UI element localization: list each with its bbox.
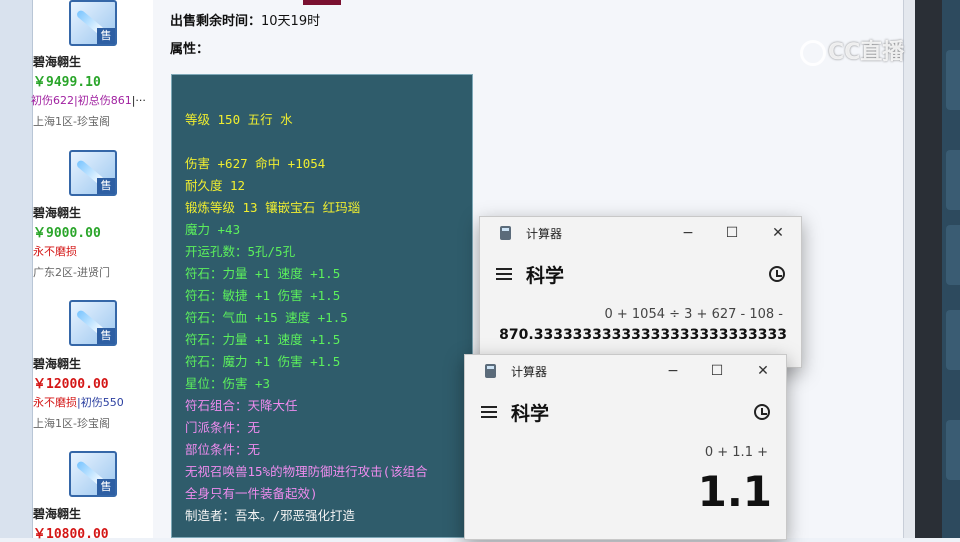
calc-expression: 0 + 1054 ÷ 3 + 627 - 108 -	[604, 307, 783, 322]
window-title: 计算器	[526, 227, 563, 241]
history-icon[interactable]	[754, 404, 770, 420]
item-attributes: 永不磨损|初伤550	[33, 394, 157, 410]
attr-line: 耐久度 12	[185, 178, 246, 193]
side-panel-button[interactable]	[946, 150, 960, 210]
calculator-window-back[interactable]: 计算器 − ☐ ✕ 科学 0 + 1054 ÷ 3 + 627 - 108 - …	[479, 216, 802, 368]
item-icon[interactable]: 售	[69, 0, 117, 46]
attr-line: 部位条件：无	[185, 442, 261, 457]
item-name[interactable]: 碧海翱生	[33, 505, 153, 522]
item-server: 上海1区-珍宝阁	[33, 417, 110, 430]
item-name[interactable]: 碧海翱生	[33, 355, 153, 372]
item-name[interactable]: 碧海翱生	[33, 204, 153, 221]
item-server: 上海1区-珍宝阁	[33, 115, 110, 128]
item-price: ￥12000.00	[33, 377, 109, 392]
calculator-app-icon	[485, 364, 496, 378]
item-attributes: 初伤622|初总伤861|···	[31, 92, 155, 108]
attr-line: 制造者：吾本。/邪恶强化打造	[185, 508, 356, 523]
item-list: 售 碧海翱生 ￥9499.10 初伤622|初总伤861|··· 上海1区-珍宝…	[31, 0, 157, 542]
calc-result: 1.1	[697, 467, 772, 516]
side-panel-button[interactable]	[946, 225, 960, 285]
sale-time-row: 出售剩余时间：10天19时	[170, 10, 320, 29]
side-panel-button[interactable]	[946, 50, 960, 110]
item-attr: |初伤550	[77, 396, 124, 409]
item-price: ￥10800.00	[33, 527, 109, 542]
maximize-button[interactable]: ☐	[705, 361, 729, 381]
item-attr: 永不磨损	[33, 396, 77, 409]
calculator-mode-title: 科学	[526, 265, 565, 287]
window-divider	[915, 0, 942, 538]
sale-time-label: 出售剩余时间：	[170, 14, 262, 29]
menu-hamburger-icon[interactable]	[496, 268, 512, 280]
calculator-mode-title: 科学	[511, 403, 550, 425]
calc-result: 870.33333333333333333333333333	[499, 327, 787, 343]
attr-line: 符石：力量 +1 速度 +1.5	[185, 332, 341, 347]
title-bar[interactable]: 计算器 − ☐ ✕	[465, 355, 786, 387]
attr-line: 符石：力量 +1 速度 +1.5	[185, 266, 341, 281]
close-button[interactable]: ✕	[751, 361, 775, 381]
left-edge-panel	[0, 0, 32, 538]
minimize-button[interactable]: −	[661, 361, 685, 381]
attr-line: 锻炼等级 13 镶嵌宝石 红玛瑙	[185, 200, 361, 215]
sale-time-value: 10天19时	[261, 14, 321, 29]
attr-line: 星位：伤害 +3	[185, 376, 271, 391]
sale-badge: 售	[97, 479, 115, 495]
item-attr: |初总伤861	[74, 94, 132, 107]
item-server: 广东2区-进贤门	[33, 266, 110, 279]
attributes-label: 属性：	[170, 42, 210, 57]
calc-expression: 0 + 1.1 +	[704, 445, 768, 460]
attr-line: 魔力 +43	[185, 222, 241, 237]
sale-badge: 售	[97, 178, 115, 194]
cc-logo-icon	[800, 40, 826, 66]
sale-badge: 售	[97, 328, 115, 344]
attr-line: 伤害 +627 命中 +1054	[185, 156, 326, 171]
attributes-box: 等级 150 五行 水 伤害 +627 命中 +1054 耐久度 12 锻炼等级…	[171, 74, 473, 538]
attr-line: 符石：敏捷 +1 伤害 +1.5	[185, 288, 341, 303]
item-attr: 初伤622	[31, 94, 74, 107]
item-icon[interactable]: 售	[69, 300, 117, 346]
item-attr: 永不磨损	[33, 245, 77, 258]
attr-line: 门派条件：无	[185, 420, 261, 435]
attr-line: 符石：气血 +15 速度 +1.5	[185, 310, 348, 325]
attr-line: 无视召唤兽15%的物理防御进行攻击(该组合	[185, 464, 428, 479]
item-icon[interactable]: 售	[69, 451, 117, 497]
calculator-app-icon	[500, 226, 511, 240]
attr-line: 开运孔数：5孔/5孔	[185, 244, 296, 259]
item-price: ￥9000.00	[33, 226, 101, 241]
stream-watermark: CC直播	[800, 34, 904, 66]
title-bar[interactable]: 计算器 − ☐ ✕	[480, 217, 801, 249]
top-color-swatch	[303, 0, 341, 5]
item-attr: |···	[131, 94, 146, 107]
item-price: ￥9499.10	[33, 75, 101, 90]
window-title: 计算器	[511, 365, 548, 379]
minimize-button[interactable]: −	[676, 223, 700, 243]
calculator-window-front[interactable]: 计算器 − ☐ ✕ 科学 0 + 1.1 + 1.1	[464, 354, 787, 540]
maximize-button[interactable]: ☐	[720, 223, 744, 243]
menu-hamburger-icon[interactable]	[481, 406, 497, 418]
item-attributes: 永不磨损	[33, 243, 157, 259]
attr-line: 符石：魔力 +1 伤害 +1.5	[185, 354, 341, 369]
side-panel-button[interactable]	[946, 310, 960, 370]
sale-badge: 售	[97, 28, 115, 44]
attr-line: 全身只有一件装备起效)	[185, 486, 318, 501]
history-icon[interactable]	[769, 266, 785, 282]
item-icon[interactable]: 售	[69, 150, 117, 196]
item-name[interactable]: 碧海翱生	[33, 53, 153, 70]
side-panel-button[interactable]	[946, 420, 960, 480]
close-button[interactable]: ✕	[766, 223, 790, 243]
attr-line: 等级 150 五行 水	[185, 112, 293, 127]
attr-line: 符石组合：天降大任	[185, 398, 298, 413]
watermark-text: CC直播	[828, 40, 905, 65]
